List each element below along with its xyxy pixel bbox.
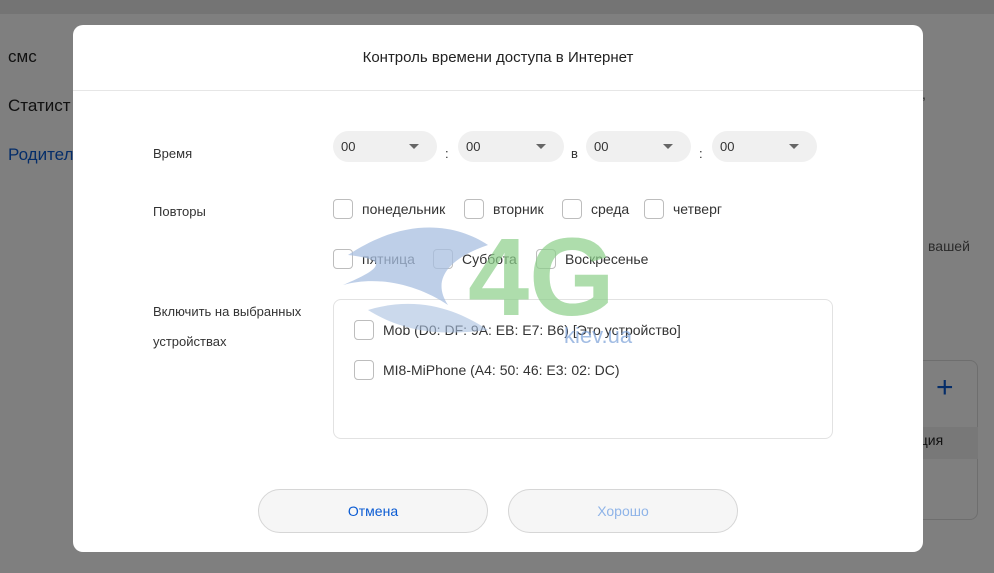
start-hour-select[interactable]: 00	[333, 131, 437, 162]
device-item-checkbox[interactable]: Mob (D0: DF: 9A: EB: E7: B6) [Это устрой…	[354, 320, 681, 340]
chevron-down-icon	[409, 144, 419, 149]
device-label: Mob (D0: DF: 9A: EB: E7: B6) [Это устрой…	[383, 322, 681, 338]
time-label: Время	[153, 146, 193, 161]
checkbox[interactable]	[333, 199, 353, 219]
chevron-down-icon	[536, 144, 546, 149]
checkbox[interactable]	[433, 249, 453, 269]
day-label: вторник	[493, 201, 544, 217]
day-label: понедельник	[362, 201, 446, 217]
start-hour-value: 00	[341, 139, 356, 154]
checkbox[interactable]	[644, 199, 664, 219]
day-friday-checkbox[interactable]: пятница	[333, 249, 415, 269]
day-wednesday-checkbox[interactable]: среда	[562, 199, 629, 219]
to-word: в	[571, 146, 578, 161]
dialog-header: Контроль времени доступа в Интернет	[73, 25, 923, 91]
devices-label-line2: устройствах	[153, 334, 227, 349]
day-label: четверг	[673, 201, 722, 217]
chevron-down-icon	[789, 144, 799, 149]
day-thursday-checkbox[interactable]: четверг	[644, 199, 722, 219]
device-list: Mob (D0: DF: 9A: EB: E7: B6) [Это устрой…	[333, 299, 833, 439]
devices-label-line1: Включить на выбранных	[153, 304, 302, 319]
day-label: пятница	[362, 251, 415, 267]
day-saturday-checkbox[interactable]: Суббота	[433, 249, 517, 269]
time-separator: :	[699, 146, 703, 161]
access-time-dialog: Контроль времени доступа в Интернет Врем…	[73, 25, 923, 552]
ok-button[interactable]: Хорошо	[508, 489, 738, 533]
checkbox[interactable]	[333, 249, 353, 269]
checkbox[interactable]	[354, 320, 374, 340]
cancel-button[interactable]: Отмена	[258, 489, 488, 533]
day-monday-checkbox[interactable]: понедельник	[333, 199, 445, 219]
end-hour-select[interactable]: 00	[586, 131, 691, 162]
end-hour-value: 00	[594, 139, 609, 154]
start-minute-select[interactable]: 00	[458, 131, 564, 162]
checkbox[interactable]	[464, 199, 484, 219]
checkbox[interactable]	[536, 249, 556, 269]
dialog-title: Контроль времени доступа в Интернет	[362, 49, 634, 66]
day-tuesday-checkbox[interactable]: вторник	[464, 199, 544, 219]
device-label: MI8-MiPhone (A4: 50: 46: E3: 02: DC)	[383, 362, 620, 378]
device-item-checkbox[interactable]: MI8-MiPhone (A4: 50: 46: E3: 02: DC)	[354, 360, 620, 380]
end-minute-value: 00	[720, 139, 735, 154]
checkbox[interactable]	[562, 199, 582, 219]
day-label: Воскресенье	[565, 251, 649, 267]
day-label: Суббота	[462, 251, 517, 267]
time-separator: :	[445, 146, 449, 161]
chevron-down-icon	[663, 144, 673, 149]
day-label: среда	[591, 201, 630, 217]
checkbox[interactable]	[354, 360, 374, 380]
start-minute-value: 00	[466, 139, 481, 154]
repeat-label: Повторы	[153, 204, 206, 219]
end-minute-select[interactable]: 00	[712, 131, 817, 162]
day-sunday-checkbox[interactable]: Воскресенье	[536, 249, 648, 269]
